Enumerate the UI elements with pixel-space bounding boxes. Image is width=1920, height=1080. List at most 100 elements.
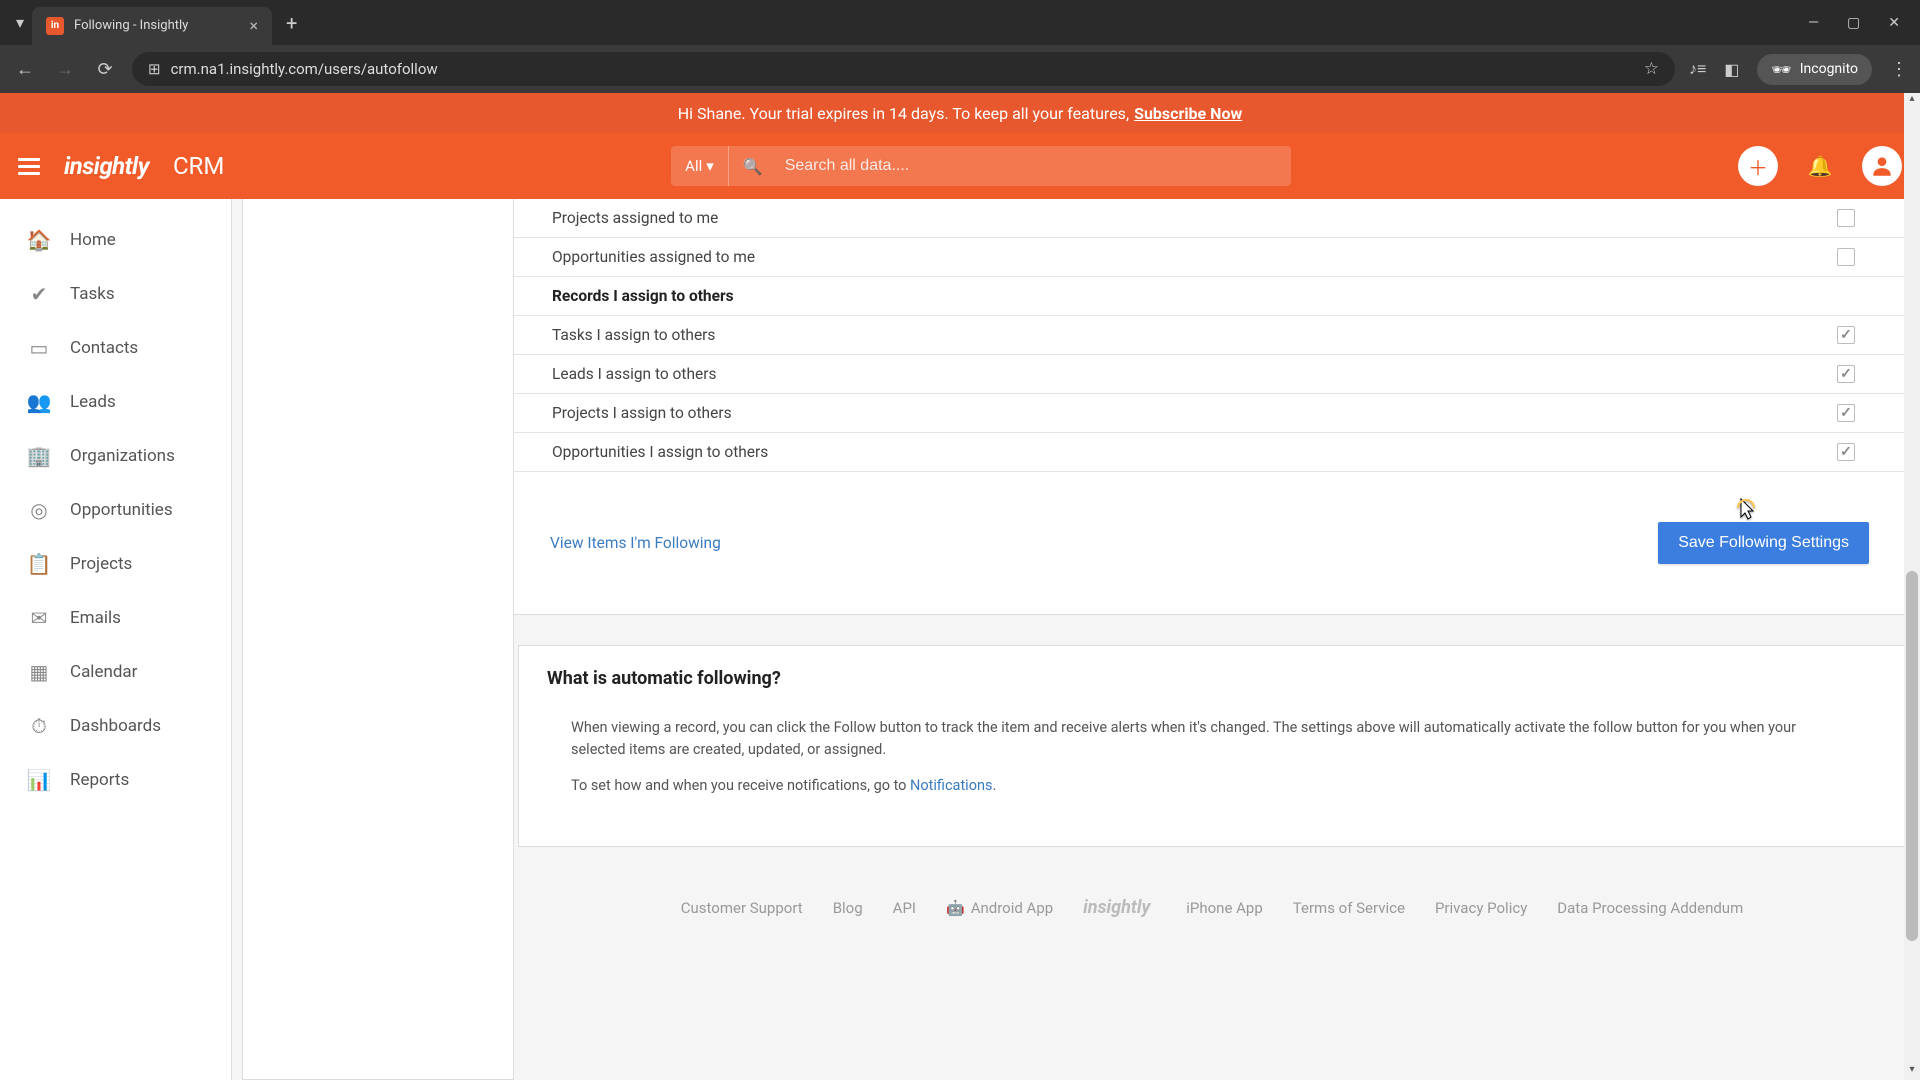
sidebar-item-emails[interactable]: ✉ Emails (0, 591, 231, 645)
sidebar-item-contacts[interactable]: ▭Contacts (0, 321, 231, 375)
sidebar-item-organizations[interactable]: 🏢Organizations (0, 429, 231, 483)
setting-row: Opportunities assigned to me (514, 238, 1909, 277)
info-paragraph: To set how and when you receive notifica… (571, 775, 1853, 797)
tab-favicon-icon: in (46, 17, 64, 35)
search-input[interactable] (773, 157, 1291, 175)
view-following-link[interactable]: View Items I'm Following (550, 534, 721, 552)
emails-icon: ✉ (26, 605, 52, 631)
media-control-icon[interactable]: ♪≡ (1689, 59, 1706, 79)
setting-checkbox[interactable] (1837, 209, 1855, 227)
reload-icon[interactable]: ⟳ (92, 59, 118, 80)
setting-checkbox[interactable] (1837, 443, 1855, 461)
setting-checkbox[interactable] (1837, 248, 1855, 266)
tasks-icon: ✔ (26, 281, 52, 307)
product-label: CRM (173, 152, 224, 180)
subscribe-now-link[interactable]: Subscribe Now (1134, 104, 1242, 123)
setting-checkbox[interactable] (1837, 365, 1855, 383)
address-bar[interactable]: ⊞ crm.na1.insightly.com/users/autofollow… (132, 52, 1675, 86)
setting-row: Opportunities I assign to others (514, 433, 1909, 472)
info-panel: What is automatic following? When viewin… (518, 645, 1906, 847)
setting-label: Opportunities I assign to others (552, 443, 768, 461)
contacts-icon: ▭ (26, 335, 52, 361)
trial-banner: Hi Shane. Your trial expires in 14 days.… (0, 93, 1920, 133)
dashboards-icon: ⏱ (26, 713, 52, 739)
info-title: What is automatic following? (547, 668, 1877, 689)
browser-tab[interactable]: in Following - Insightly × (32, 7, 272, 45)
side-panel-icon[interactable]: ◧ (1724, 60, 1739, 79)
sidebar-item-projects[interactable]: 📋Projects (0, 537, 231, 591)
search-filter-label: All (685, 157, 702, 175)
sidebar-item-opportunities[interactable]: ◎ Opportunities (0, 483, 231, 537)
menu-toggle-icon[interactable] (18, 158, 40, 175)
setting-checkbox[interactable] (1837, 326, 1855, 344)
sidebar-item-label: Dashboards (70, 716, 161, 736)
insightly-logo[interactable]: insightly (64, 152, 149, 180)
minimize-icon[interactable]: — (1808, 15, 1819, 31)
sidebar-item-label: Opportunities (70, 500, 173, 520)
scrollbar[interactable]: ▴ ▾ (1904, 93, 1920, 1080)
sidebar-item-label: Tasks (70, 284, 115, 304)
scrollbar-down-icon[interactable]: ▾ (1904, 1064, 1920, 1080)
site-settings-icon[interactable]: ⊞ (148, 60, 161, 78)
save-following-settings-button[interactable]: Save Following Settings (1658, 522, 1869, 564)
reports-icon: 📊 (26, 767, 52, 793)
footer-link-tos[interactable]: Terms of Service (1293, 899, 1405, 917)
info-paragraph: When viewing a record, you can click the… (571, 717, 1853, 761)
setting-label: Tasks I assign to others (552, 326, 715, 344)
app-header: insightly CRM All ▾ 🔍 ＋ 🔔 (0, 133, 1920, 199)
section-header-label: Records I assign to others (552, 287, 734, 305)
sidebar-item-calendar[interactable]: ▦Calendar (0, 645, 231, 699)
add-new-button[interactable]: ＋ (1738, 146, 1778, 186)
footer-link-privacy[interactable]: Privacy Policy (1435, 899, 1527, 917)
tab-title: Following - Insightly (74, 18, 239, 33)
settings-table: Projects assigned to me Opportunities as… (514, 199, 1909, 472)
notifications-link[interactable]: Notifications (910, 777, 992, 794)
setting-checkbox[interactable] (1837, 404, 1855, 422)
footer-link-iphone[interactable]: iPhone App (1180, 899, 1263, 917)
url-text: crm.na1.insightly.com/users/autofollow (171, 60, 1634, 78)
close-window-icon[interactable]: ✕ (1888, 15, 1900, 31)
browser-menu-icon[interactable]: ⋮ (1890, 59, 1908, 80)
sidebar-item-label: Calendar (70, 662, 137, 682)
incognito-icon: 🕶 (1771, 60, 1791, 79)
browser-tab-strip: ▾ in Following - Insightly × + — ▢ ✕ (0, 0, 1920, 45)
settings-inner-sidebar (242, 199, 514, 1080)
sidebar-item-home[interactable]: 🏠Home (0, 213, 231, 267)
new-tab-button[interactable]: + (272, 11, 311, 35)
opportunities-icon: ◎ (26, 497, 52, 523)
sidebar-item-tasks[interactable]: ✔ Tasks (0, 267, 231, 321)
footer-link-api[interactable]: API (893, 899, 916, 917)
page-footer: Customer Support Blog API 🤖Android App i… (514, 867, 1910, 940)
close-tab-icon[interactable]: × (249, 16, 258, 35)
scrollbar-up-icon[interactable]: ▴ (1904, 93, 1920, 109)
sidebar-item-leads[interactable]: 👥Leads (0, 375, 231, 429)
footer-link-dpa[interactable]: Data Processing Addendum (1557, 899, 1743, 917)
sidebar-item-label: Projects (70, 554, 132, 574)
page-viewport: Hi Shane. Your trial expires in 14 days.… (0, 93, 1920, 1080)
browser-toolbar: ← → ⟳ ⊞ crm.na1.insightly.com/users/auto… (0, 45, 1920, 93)
sidebar-item-dashboards[interactable]: ⏱ Dashboards (0, 699, 231, 753)
info-text-suffix: . (992, 777, 996, 794)
tab-search-dropdown-icon[interactable]: ▾ (8, 13, 32, 32)
back-icon[interactable]: ← (12, 59, 38, 80)
footer-link-android[interactable]: 🤖Android App (946, 899, 1053, 917)
forward-icon: → (52, 59, 78, 80)
sidebar-item-label: Emails (70, 608, 121, 628)
scrollbar-thumb[interactable] (1906, 571, 1918, 941)
sidebar-item-reports[interactable]: 📊Reports (0, 753, 231, 807)
notifications-bell-icon[interactable]: 🔔 (1800, 146, 1840, 186)
global-search: All ▾ 🔍 (671, 146, 1291, 186)
search-filter-dropdown[interactable]: All ▾ (671, 146, 729, 186)
setting-label: Opportunities assigned to me (552, 248, 755, 266)
incognito-indicator[interactable]: 🕶 Incognito (1757, 54, 1872, 85)
info-body: When viewing a record, you can click the… (547, 717, 1877, 796)
user-avatar[interactable] (1862, 146, 1902, 186)
sidebar-item-label: Home (70, 230, 116, 250)
incognito-label: Incognito (1800, 61, 1858, 77)
footer-link-blog[interactable]: Blog (833, 899, 863, 917)
setting-label: Projects assigned to me (552, 209, 718, 227)
bookmark-star-icon[interactable]: ☆ (1644, 59, 1659, 79)
footer-link-support[interactable]: Customer Support (681, 899, 803, 917)
setting-row: Projects assigned to me (514, 199, 1909, 238)
maximize-icon[interactable]: ▢ (1847, 15, 1860, 31)
